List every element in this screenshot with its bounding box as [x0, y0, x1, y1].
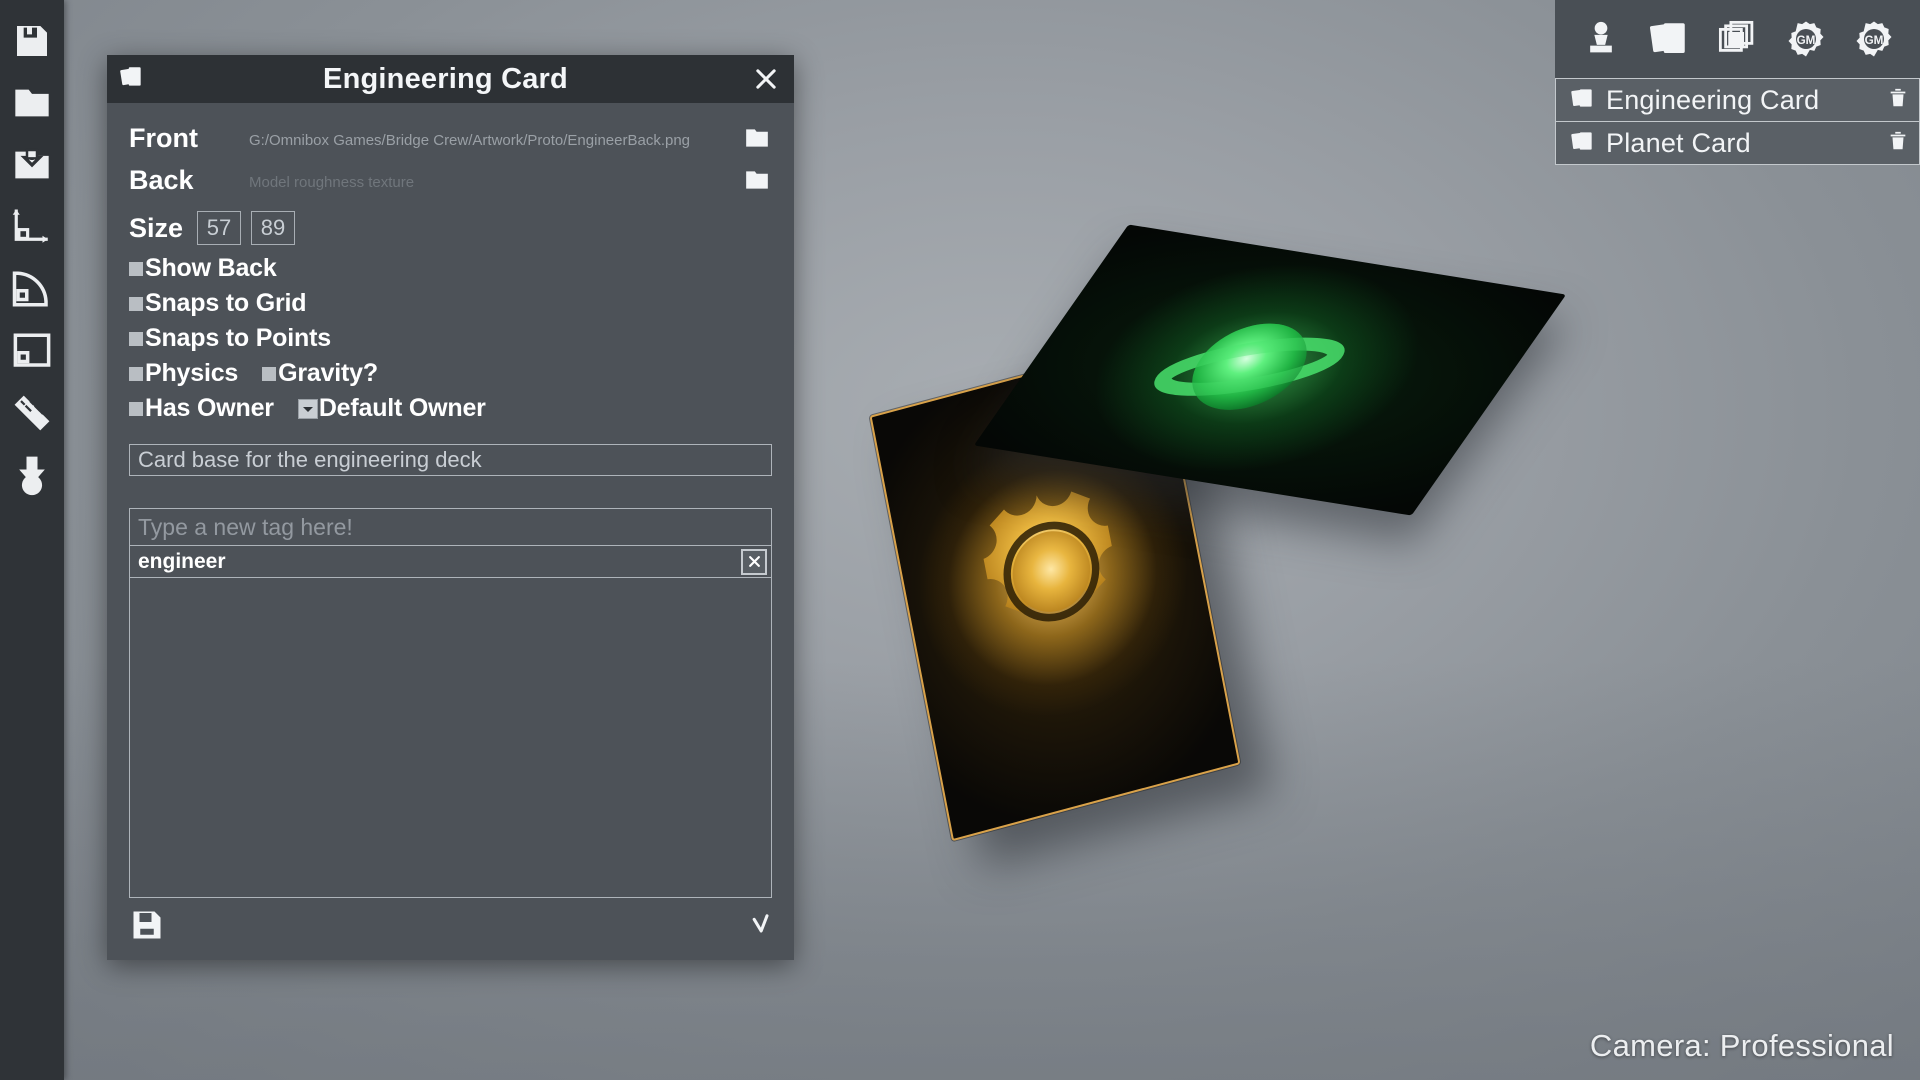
description-input[interactable]: Card base for the engineering deck: [129, 444, 772, 476]
arc-icon[interactable]: [0, 258, 64, 320]
gm-gear-alt-icon[interactable]: GM: [1848, 13, 1900, 65]
card-properties-dialog: Engineering Card Front G:/Omnibox Games/…: [107, 55, 794, 960]
dialog-body: Front G:/Omnibox Games/Bridge Crew/Artwo…: [107, 103, 794, 898]
back-image-row: Back Model roughness texture: [129, 159, 772, 201]
snaps-to-points-row[interactable]: Snaps to Points: [129, 321, 772, 356]
svg-text:GM: GM: [1796, 34, 1815, 47]
tag-label: engineer: [138, 550, 741, 574]
front-path-value[interactable]: G:/Omnibox Games/Bridge Crew/Artwork/Pro…: [249, 128, 732, 149]
chevron-down-icon[interactable]: [298, 399, 318, 419]
cards-icon: [1570, 128, 1596, 159]
trash-icon[interactable]: [1887, 86, 1909, 115]
size-row: Size 57 89: [129, 205, 772, 251]
camera-status-label: Camera: Professional: [1590, 1028, 1894, 1064]
snap-down-icon[interactable]: [0, 444, 64, 506]
snaps-to-grid-label: Snaps to Grid: [145, 289, 306, 318]
owner-row: Has Owner Default Owner: [129, 391, 772, 426]
cards-icon: [119, 63, 145, 96]
snaps-to-grid-row[interactable]: Snaps to Grid: [129, 286, 772, 321]
snaps-to-points-label: Snaps to Points: [145, 324, 331, 353]
default-owner-label: Default Owner: [319, 394, 486, 423]
save-icon[interactable]: [129, 907, 165, 943]
back-label: Back: [129, 165, 249, 196]
physics-label: Physics: [145, 359, 238, 388]
square-icon[interactable]: [0, 320, 64, 382]
size-height-input[interactable]: 89: [251, 211, 295, 245]
object-list-item-planet-card[interactable]: Planet Card: [1555, 121, 1920, 165]
close-icon[interactable]: [746, 59, 786, 99]
tag-list: engineer: [129, 546, 772, 898]
folder-download-icon[interactable]: [0, 134, 64, 196]
show-back-label: Show Back: [145, 254, 277, 283]
gravity-label: Gravity?: [278, 359, 378, 388]
front-label: Front: [129, 123, 249, 154]
has-owner-checkbox[interactable]: [129, 402, 143, 416]
cards-icon[interactable]: [1643, 13, 1695, 65]
cards-icon: [1570, 85, 1596, 116]
folder-icon[interactable]: [0, 72, 64, 134]
new-tag-input[interactable]: Type a new tag here!: [129, 508, 772, 546]
snaps-to-points-checkbox[interactable]: [129, 332, 143, 346]
dialog-footer: [107, 898, 794, 960]
back-browse-folder-icon[interactable]: [732, 163, 772, 197]
object-list: Engineering Card Planet Card: [1555, 78, 1920, 165]
resize-grip-icon[interactable]: [746, 910, 776, 940]
trash-icon[interactable]: [1887, 129, 1909, 158]
axes-icon[interactable]: [0, 196, 64, 258]
ruler-icon[interactable]: [0, 382, 64, 444]
tag-list-item[interactable]: engineer: [130, 546, 771, 578]
stacked-cards-icon[interactable]: [1711, 13, 1763, 65]
right-panel: GM GM Engineering Card: [1555, 0, 1920, 164]
snaps-to-grid-checkbox[interactable]: [129, 297, 143, 311]
left-toolbar: [0, 0, 64, 1080]
has-owner-label: Has Owner: [145, 394, 274, 423]
object-create-toolbar: GM GM: [1555, 0, 1920, 78]
show-back-row[interactable]: Show Back: [129, 251, 772, 286]
physics-checkbox[interactable]: [129, 367, 143, 381]
size-label: Size: [129, 213, 183, 244]
gravity-checkbox[interactable]: [262, 367, 276, 381]
size-width-input[interactable]: 57: [197, 211, 241, 245]
delete-tag-close-icon[interactable]: [741, 549, 767, 575]
object-list-item-engineering-card[interactable]: Engineering Card: [1555, 78, 1920, 122]
save-icon[interactable]: [0, 10, 64, 72]
show-back-checkbox[interactable]: [129, 262, 143, 276]
pawn-icon[interactable]: [1575, 13, 1627, 65]
physics-gravity-row: Physics Gravity?: [129, 356, 772, 391]
object-list-item-label: Planet Card: [1606, 128, 1877, 159]
dialog-title: Engineering Card: [145, 63, 746, 96]
gm-gear-icon[interactable]: GM: [1780, 13, 1832, 65]
dialog-titlebar[interactable]: Engineering Card: [107, 55, 794, 103]
object-list-item-label: Engineering Card: [1606, 85, 1877, 116]
front-image-row: Front G:/Omnibox Games/Bridge Crew/Artwo…: [129, 117, 772, 159]
svg-text:GM: GM: [1864, 34, 1883, 47]
back-path-value[interactable]: Model roughness texture: [249, 170, 732, 191]
front-browse-folder-icon[interactable]: [732, 121, 772, 155]
